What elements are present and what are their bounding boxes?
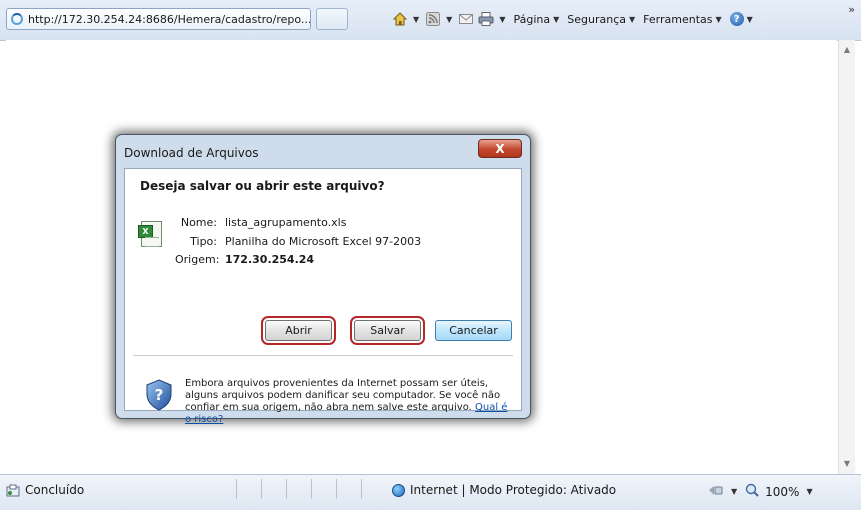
zoom-icon[interactable] [745,483,759,500]
security-zone[interactable]: Internet | Modo Protegido: Ativado [392,483,616,497]
close-button[interactable]: X [478,139,522,158]
chevron-down-icon: ▼ [629,14,636,24]
file-origin-value: 172.30.254.24 [225,253,315,266]
security-warning: Embora arquivos provenientes da Internet… [185,378,515,426]
open-button[interactable]: Abrir [261,316,336,345]
file-origin-row: Origem: 172.30.254.24 [175,253,314,266]
file-type-row: Tipo: Planilha do Microsoft Excel 97-200… [175,235,421,248]
tools-menu-label: Ferramentas [643,12,713,26]
toolbar-overflow-icon[interactable]: » [848,3,855,16]
home-dropdown-caret[interactable]: ▼ [413,15,419,24]
file-type-label: Tipo: [190,235,217,248]
page-menu-label: Página [513,12,551,26]
security-menu[interactable]: Segurança ▼ [567,13,637,26]
chevron-down-icon: ▼ [553,14,560,24]
status-dividers [236,479,386,499]
tab-title: http://172.30.254.24:8686/Hemera/cadastr… [28,12,311,26]
svg-text:?: ? [155,386,164,404]
tools-menu[interactable]: Ferramentas ▼ [643,13,723,26]
rss-feed-icon[interactable] [425,11,441,27]
security-shield-icon: ? [146,379,172,411]
home-icon[interactable] [392,11,408,27]
page-menu[interactable]: Página ▼ [513,13,561,26]
warning-text: Embora arquivos provenientes da Internet… [185,378,501,413]
separator [133,355,513,356]
browser-tab[interactable]: http://172.30.254.24:8686/Hemera/cadastr… [6,8,311,30]
status-text-area: Concluído [6,483,84,497]
file-name-value: lista_agrupamento.xls [225,216,347,229]
file-name-label: Nome: [180,216,217,229]
chevron-down-icon: ▼ [715,14,722,24]
dialog-body: Deseja salvar ou abrir este arquivo? X N… [124,168,522,425]
security-zone-text: Internet | Modo Protegido: Ativado [410,483,617,497]
chevron-down-icon[interactable]: ▼ [806,487,812,496]
print-dropdown-caret[interactable]: ▼ [499,15,505,24]
page-done-icon [6,484,20,497]
globe-icon [392,483,405,497]
file-download-dialog: Download de Arquivos X Deseja salvar ou … [115,134,531,425]
save-button[interactable]: Salvar [350,316,425,345]
file-type-value: Planilha do Microsoft Excel 97-2003 [225,235,422,248]
close-icon: X [495,141,505,156]
printer-icon[interactable] [478,11,494,27]
cancel-button[interactable]: Cancelar [435,320,512,341]
chevron-down-icon[interactable]: ▼ [731,487,737,496]
chevron-down-icon: ▼ [746,14,753,24]
command-bar: ▼ ▼ ▼ Página ▼ Segurança ▼ Ferramentas ▼… [392,8,755,30]
help-icon: ? [729,12,744,26]
zoom-level[interactable]: 100% [765,485,799,499]
status-text: Concluído [25,483,85,497]
help-menu[interactable]: ? ▼ [729,12,755,26]
file-name-row: Nome: lista_agrupamento.xls [175,216,347,229]
scroll-down-icon[interactable]: ▼ [839,456,855,472]
dialog-title: Download de Arquivos [124,146,259,160]
excel-file-icon: X [138,221,162,247]
file-origin-label: Origem: [175,253,220,266]
dialog-question: Deseja salvar ou abrir este arquivo? [140,179,385,193]
status-bar: Concluído Internet | Modo Protegido: Ati… [0,474,861,510]
protected-mode-icon[interactable] [708,484,724,500]
mail-icon[interactable] [458,11,474,27]
status-right-controls: ▼ 100% ▼ [708,483,815,500]
feeds-dropdown-caret[interactable]: ▼ [446,15,452,24]
new-tab-button[interactable] [316,8,348,30]
security-menu-label: Segurança [567,12,626,26]
vertical-scrollbar[interactable]: ▲ ▼ [838,40,855,474]
loading-icon [11,13,23,25]
browser-toolbar: http://172.30.254.24:8686/Hemera/cadastr… [0,0,861,41]
scroll-up-icon[interactable]: ▲ [839,42,855,58]
